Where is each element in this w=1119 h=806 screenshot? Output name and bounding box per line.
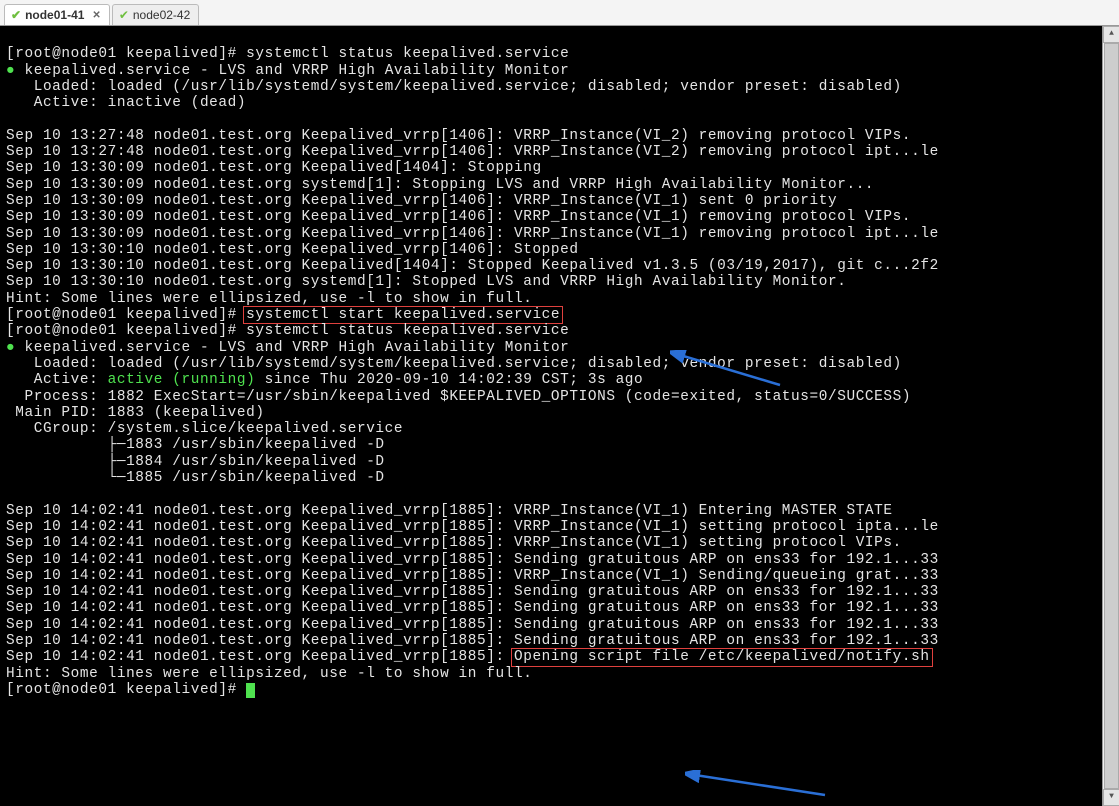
terminal-cursor: [246, 683, 255, 698]
close-icon[interactable]: ✕: [92, 10, 100, 21]
check-icon: ✔: [119, 8, 129, 22]
vertical-scrollbar[interactable]: ▲ ▼: [1102, 26, 1119, 806]
tab-bar: ✔ node01-41 ✕ ✔ node02-42: [0, 0, 1119, 26]
scroll-thumb[interactable]: [1104, 43, 1119, 789]
terminal-output[interactable]: [root@node01 keepalived]# systemctl stat…: [0, 26, 1119, 714]
tab-node01[interactable]: ✔ node01-41 ✕: [4, 4, 110, 25]
highlight-start-cmd: systemctl start keepalived.service: [243, 306, 563, 324]
scroll-down-button[interactable]: ▼: [1103, 789, 1119, 806]
arrow-annotation-2: [685, 770, 835, 800]
terminal-text: [root@node01 keepalived]# systemctl stat…: [6, 46, 1113, 698]
tab-label: node02-42: [133, 8, 190, 22]
check-icon: ✔: [11, 8, 21, 22]
tab-node02[interactable]: ✔ node02-42: [112, 4, 199, 25]
tab-label: node01-41: [25, 8, 84, 22]
highlight-notify-script: Opening script file /etc/keepalived/noti…: [511, 648, 933, 666]
scroll-up-button[interactable]: ▲: [1103, 26, 1119, 43]
